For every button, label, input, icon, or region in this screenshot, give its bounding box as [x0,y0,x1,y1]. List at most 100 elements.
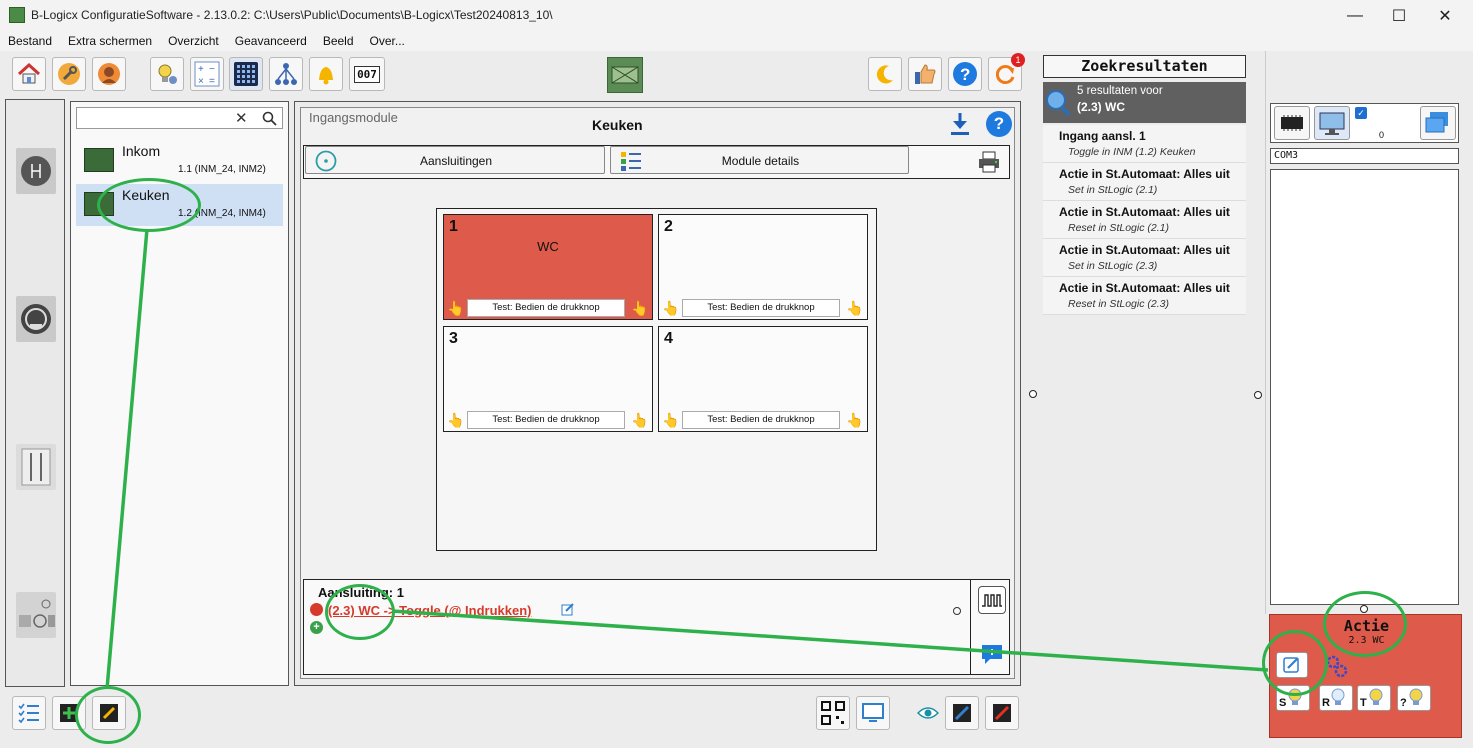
splitter-handle-right[interactable] [1254,391,1262,399]
dark-mode-button[interactable] [868,57,902,91]
dimmer-module-type[interactable] [16,296,56,342]
menu-bar: Bestand Extra schermen Overzicht Geavanc… [0,31,1473,51]
result-subtitle: Toggle in INM (1.2) Keuken [1068,146,1196,158]
pulse-button[interactable] [978,586,1006,614]
connect-checkbox[interactable]: ✓ [1355,107,1367,119]
eye-icon[interactable] [917,705,939,721]
download-icon[interactable] [948,111,972,137]
search-result-item[interactable]: Actie in St.Automaat: Alles uit Set in S… [1043,163,1246,201]
menu-extra-schermen[interactable]: Extra schermen [60,31,160,51]
hand-pointer-icon[interactable]: 👆 [447,299,465,317]
tab-label: Aansluitingen [419,154,493,168]
hand-pointer-icon[interactable]: 👆 [662,299,680,317]
tab-module-details[interactable]: Module details [610,146,909,174]
light-module-type[interactable] [16,592,56,638]
menu-beeld[interactable]: Beeld [315,31,362,51]
usb-chip-button[interactable] [1274,106,1310,140]
search-icon[interactable] [262,111,277,126]
feedback-button[interactable] [908,57,942,91]
gears-icon[interactable] [1324,653,1350,679]
window-title: B-Logicx ConfiguratieSoftware - 2.13.0.2… [31,8,553,22]
rail-module-type[interactable] [16,444,56,490]
search-result-item[interactable]: Actie in St.Automaat: Alles uit Set in S… [1043,239,1246,277]
remove-action-icon[interactable] [310,603,323,616]
query-button[interactable]: ? [1397,685,1431,711]
menu-geavanceerd[interactable]: Geavanceerd [227,31,315,51]
test-button[interactable]: Test: Bedien de drukknop [682,299,840,317]
reset-module-button[interactable] [985,696,1019,730]
menu-overzicht[interactable]: Overzicht [160,31,227,51]
hand-pointer-icon[interactable]: 👆 [662,411,680,429]
module-search-input[interactable]: ✕ [76,107,283,129]
title-bar: B-Logicx ConfiguratieSoftware - 2.13.0.2… [0,0,1473,31]
settings-button[interactable] [52,57,86,91]
splitter-handle-left[interactable] [1029,390,1037,398]
highlight-circle [1323,591,1407,657]
screen-button[interactable] [856,696,890,730]
test-button[interactable]: Test: Bedien de drukknop [682,411,840,429]
module-type-column [5,99,65,687]
connection-cell-1[interactable]: 1 WC 👆 Test: Bedien de drukknop 👆 [443,214,653,320]
network-button[interactable] [269,57,303,91]
home-button[interactable] [12,57,46,91]
menu-over[interactable]: Over... [362,31,413,51]
windows-button[interactable] [1420,106,1456,140]
connection-cell-4[interactable]: 4 👆 Test: Bedien de drukknop 👆 [658,326,868,432]
maximize-button[interactable]: ☐ [1376,0,1422,31]
set-label: S [1279,697,1287,709]
search-result-item[interactable]: Actie in St.Automaat: Alles uit Reset in… [1043,277,1246,315]
settings-small-icon[interactable] [952,606,962,616]
divider [970,580,971,674]
qr-button[interactable] [816,696,850,730]
chat-icon[interactable] [980,642,1004,666]
connection-cell-3[interactable]: 3 👆 Test: Bedien de drukknop 👆 [443,326,653,432]
print-icon[interactable] [977,150,1001,174]
close-button[interactable]: ✕ [1422,0,1468,31]
app-icon [9,7,25,23]
module-help-icon[interactable]: ? [986,111,1012,137]
test-button[interactable]: Test: Bedien de drukknop [467,411,625,429]
checklist-button[interactable] [12,696,46,730]
result-subtitle: Reset in StLogic (2.3) [1068,298,1169,310]
tab-aansluitingen[interactable]: Aansluitingen [305,146,605,174]
highlight-circle [97,178,201,232]
bulb-icon [1369,688,1383,705]
hand-pointer-icon[interactable]: 👆 [447,411,465,429]
seven-segment-button[interactable]: 007 [349,57,385,91]
lamp-settings-button[interactable] [150,57,184,91]
com-port-field[interactable]: COM3 [1270,148,1459,164]
hand-pointer-icon[interactable]: 👆 [846,411,864,429]
result-subtitle: Set in StLogic (2.1) [1068,184,1158,196]
toggle-label: T [1360,697,1367,709]
add-action-icon[interactable]: + [310,621,323,634]
tablet-grid-icon [234,62,258,86]
search-result-item[interactable]: Ingang aansl. 1 Toggle in INM (1.2) Keuk… [1043,125,1246,163]
network-monitor-button[interactable] [1314,106,1350,140]
connection-cell-2[interactable]: 2 👆 Test: Bedien de drukknop 👆 [658,214,868,320]
hand-pointer-icon[interactable]: 👆 [846,299,864,317]
bottom-toolbar [0,690,1265,748]
chip-icon [1281,115,1303,131]
test-button[interactable]: Test: Bedien de drukknop [467,299,625,317]
clear-icon[interactable]: ✕ [235,109,248,127]
highlight-circle [1262,630,1328,696]
update-button[interactable]: 1 [988,53,1025,91]
module-item-inkom[interactable]: Inkom 1.1 (INM_24, INM2) [76,140,283,182]
program-button[interactable] [945,696,979,730]
help-button[interactable]: ? [948,57,982,91]
home-icon [17,63,41,84]
reset-button[interactable]: R [1319,685,1353,711]
toggle-button[interactable]: T [1357,685,1391,711]
touchpanel-button[interactable] [229,57,263,91]
search-result-item[interactable]: Actie in St.Automaat: Alles uit Reset in… [1043,201,1246,239]
support-button[interactable] [92,57,126,91]
alarm-button[interactable] [309,57,343,91]
calculator-button[interactable]: + − × = [190,57,224,91]
hand-pointer-icon[interactable]: 👆 [631,411,649,429]
minimize-button[interactable]: — [1332,0,1378,31]
hand-pointer-icon[interactable]: 👆 [631,299,649,317]
moon-icon [876,65,893,84]
edit-icon[interactable] [561,602,575,616]
menu-bestand[interactable]: Bestand [0,31,60,51]
input-module-type[interactable] [16,148,56,194]
